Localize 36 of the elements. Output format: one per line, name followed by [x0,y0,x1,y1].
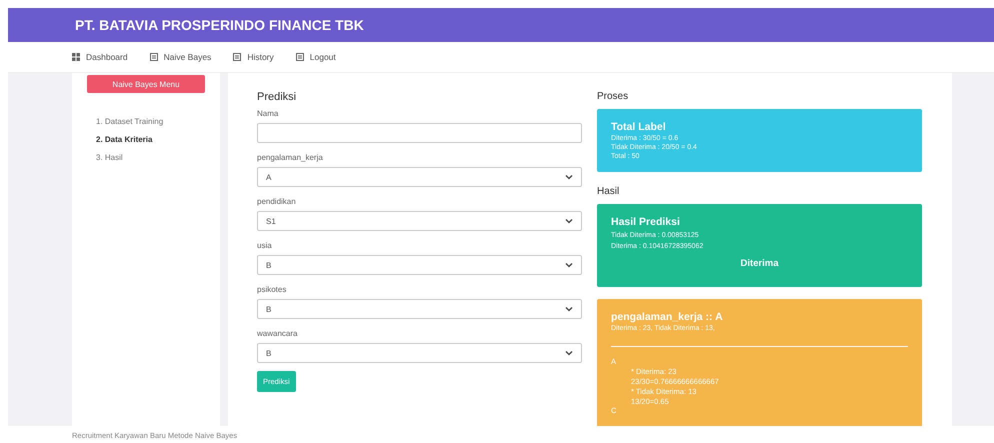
select-field[interactable]: A [257,167,582,187]
chevron-down-icon [565,306,573,312]
section-heading: Proses [597,91,630,102]
grid-icon [72,53,80,61]
text-field[interactable] [257,123,582,143]
field-label: psikotes [257,285,288,294]
section-heading: Hasil [597,186,620,197]
card-title: pengalaman_kerja :: A [611,311,724,323]
nav-link[interactable]: Logout [296,52,336,62]
card-title: Hasil Prediksi [611,216,681,228]
chevron-down-icon [565,350,573,356]
select-field[interactable]: B [257,299,582,319]
card-title: Total Label [611,121,667,133]
chevron-down-icon [565,174,573,180]
document-icon [233,53,242,61]
sidebar-item[interactable]: 3. Hasil [96,153,220,162]
nav-link[interactable]: Dashboard [72,52,128,62]
field-label: Nama [257,109,280,118]
document-icon [150,53,158,61]
chevron-down-icon [565,218,573,224]
document-icon [296,53,304,61]
field-label: usia [257,241,273,250]
sidebar-item[interactable]: 2. Data Kriteria [96,135,220,144]
nav-link[interactable]: Naive Bayes [150,52,212,62]
select-field[interactable]: S1 [257,211,582,231]
form-title: Prediksi [257,91,298,103]
result-verdict: Diterima [739,258,780,269]
sidebar-item[interactable]: 1. Dataset Training [96,117,220,126]
field-label: wawancara [257,329,298,338]
select-field[interactable]: B [257,343,582,363]
field-label: pendidikan [257,197,297,206]
brand-title: PT. BATAVIA PROSPERINDO FINANCE TBK [75,17,364,33]
nav-link[interactable]: History [233,52,274,62]
chevron-down-icon [565,262,573,268]
field-label: pengalaman_kerja [257,153,324,162]
select-field[interactable]: B [257,255,582,275]
